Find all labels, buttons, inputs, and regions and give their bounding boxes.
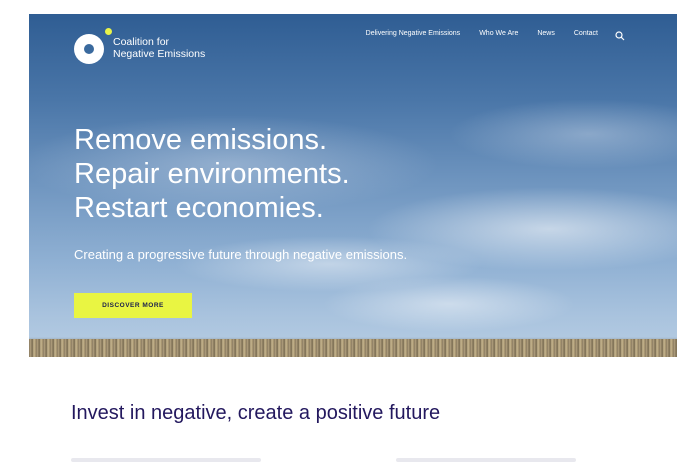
headline-line-3: Restart economies. — [74, 192, 324, 224]
hero-headline: Remove emissions. Repair environments. R… — [74, 123, 350, 225]
field-landscape — [29, 339, 677, 357]
discover-more-button[interactable]: DISCOVER MORE — [74, 293, 192, 318]
site-logo[interactable]: Coalition for Negative Emissions — [74, 28, 205, 64]
text-placeholder-right — [396, 458, 576, 462]
text-placeholder-left — [71, 458, 261, 462]
search-icon[interactable] — [615, 28, 625, 41]
nav-item-delivering-negative-emissions[interactable]: Delivering Negative Emissions — [366, 30, 461, 37]
nav-item-news[interactable]: News — [537, 30, 555, 37]
logo-accent-dot — [105, 28, 112, 35]
logo-line-2: Negative Emissions — [113, 48, 206, 60]
hero-banner: Coalition for Negative Emissions Deliver… — [29, 14, 677, 357]
nav-item-who-we-are[interactable]: Who We Are — [479, 30, 518, 37]
page: Coalition for Negative Emissions Deliver… — [0, 0, 678, 465]
logo-ring — [74, 34, 104, 64]
nav-item-contact[interactable]: Contact — [574, 30, 598, 37]
hero-subheadline: Creating a progressive future through ne… — [74, 247, 408, 262]
headline-line-2: Repair environments. — [74, 158, 350, 190]
logo-wordmark: Coalition for Negative Emissions — [113, 36, 205, 60]
main-nav: Delivering Negative Emissions Who We Are… — [347, 28, 625, 41]
headline-line-1: Remove emissions. — [74, 124, 328, 156]
section-title: Invest in negative, create a positive fu… — [71, 402, 441, 424]
logo-icon — [74, 28, 112, 64]
logo-line-1: Coalition for — [113, 36, 170, 48]
